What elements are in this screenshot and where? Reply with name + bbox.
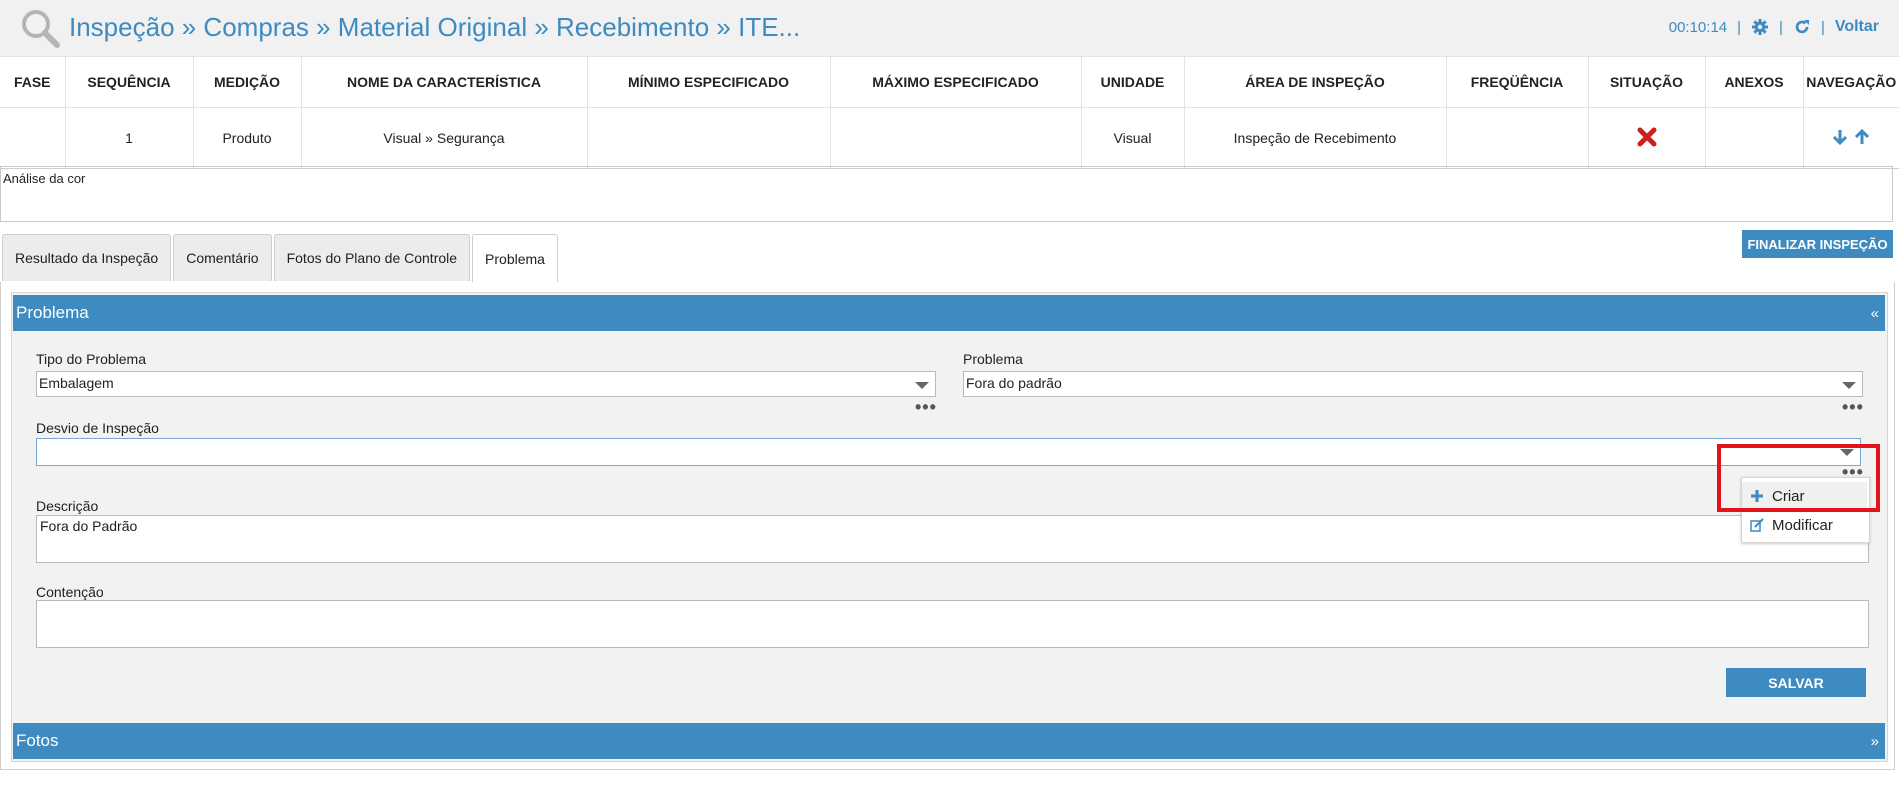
chevron-down-icon [1842, 382, 1856, 389]
top-bar: Inspeção » Compras » Material Original »… [0, 0, 1899, 57]
contencao-label: Contenção [36, 584, 104, 600]
arrow-up-icon[interactable] [1853, 128, 1871, 146]
cell-navegacao [1803, 107, 1899, 169]
cell-minimo [587, 107, 831, 169]
back-link[interactable]: Voltar [1835, 18, 1879, 36]
tipo-value: Embalagem [39, 375, 114, 391]
search-icon [22, 10, 60, 48]
cell-area: Inspeção de Recebimento [1184, 107, 1447, 169]
col-area: ÁREA DE INSPEÇÃO [1184, 57, 1447, 108]
menu-item-modificar[interactable]: Modificar [1742, 511, 1867, 539]
tab-fotos-plano[interactable]: Fotos do Plano de Controle [273, 234, 471, 281]
cell-medicao: Produto [193, 107, 302, 169]
separator: | [1820, 18, 1825, 36]
col-minimo: MÍNIMO ESPECIFICADO [587, 57, 831, 108]
col-anexos: ANEXOS [1705, 57, 1804, 108]
descricao-label: Descrição [36, 498, 99, 514]
photos-panel-title: Fotos [16, 731, 59, 750]
session-timer: 00:10:14 [1668, 18, 1728, 36]
col-unidade: UNIDADE [1081, 57, 1185, 108]
tab-comentario[interactable]: Comentário [173, 234, 272, 281]
refresh-icon[interactable] [1793, 18, 1811, 36]
separator: | [1737, 18, 1742, 36]
table-row[interactable]: 1 Produto Visual » Segurança Visual Insp… [0, 107, 1899, 169]
col-medicao: MEDIÇÃO [193, 57, 302, 108]
cell-maximo [830, 107, 1082, 169]
tipo-select[interactable]: Embalagem [36, 371, 936, 397]
menu-item-label: Modificar [1772, 516, 1833, 534]
cell-nome: Visual » Segurança [301, 107, 588, 169]
col-frequencia: FREQÜÊNCIA [1446, 57, 1589, 108]
characteristics-table: FASE SEQUÊNCIA MEDIÇÃO NOME DA CARACTERÍ… [0, 57, 1899, 169]
edit-icon [1750, 518, 1764, 532]
problem-panel-title: Problema [16, 303, 89, 322]
problema-select[interactable]: Fora do padrão [963, 371, 1863, 397]
col-fase: FASE [0, 57, 66, 108]
red-x-icon [1637, 127, 1656, 146]
expand-icon[interactable]: » [1871, 733, 1879, 750]
photos-panel-header[interactable]: Fotos » [13, 723, 1885, 759]
cell-anexos [1705, 107, 1804, 169]
collapse-icon[interactable]: « [1871, 305, 1879, 322]
tab-problema[interactable]: Problema [472, 234, 558, 283]
cell-fase [0, 107, 66, 169]
col-maximo: MÁXIMO ESPECIFICADO [830, 57, 1082, 108]
desvio-label: Desvio de Inspeção [36, 420, 159, 436]
chevron-down-icon [915, 382, 929, 389]
col-navegacao: NAVEGAÇÃO [1803, 57, 1899, 108]
table-header-row: FASE SEQUÊNCIA MEDIÇÃO NOME DA CARACTERÍ… [0, 57, 1899, 108]
header-actions: 00:10:14 | | | Voltar [1669, 18, 1879, 36]
cell-unidade: Visual [1081, 107, 1185, 169]
cell-frequencia [1446, 107, 1589, 169]
tab-bar: Resultado da Inspeção Comentário Fotos d… [2, 234, 560, 283]
save-button[interactable]: SALVAR [1726, 668, 1866, 697]
tipo-label: Tipo do Problema [36, 351, 146, 367]
gear-icon[interactable] [1751, 18, 1769, 36]
finalize-inspection-button[interactable]: FINALIZAR INSPEÇÃO [1742, 230, 1893, 258]
descricao-textarea[interactable]: Fora do Padrão [36, 515, 1869, 563]
col-situacao: SITUAÇÃO [1588, 57, 1706, 108]
separator: | [1779, 18, 1783, 36]
problem-panel-header[interactable]: Problema « [13, 295, 1885, 331]
breadcrumb: Inspeção » Compras » Material Original »… [69, 12, 801, 42]
arrow-down-icon[interactable] [1831, 128, 1849, 146]
col-nome: NOME DA CARACTERÍSTICA [301, 57, 588, 108]
contencao-textarea[interactable] [36, 600, 1869, 648]
highlight-box [1717, 444, 1880, 512]
more-icon[interactable]: ••• [915, 397, 937, 418]
analysis-note-textarea[interactable]: Análise da cor [0, 166, 1893, 222]
desvio-select[interactable] [36, 438, 1861, 466]
problema-value: Fora do padrão [966, 375, 1062, 391]
cell-sequencia: 1 [65, 107, 194, 169]
col-sequencia: SEQUÊNCIA [65, 57, 194, 108]
tab-resultado[interactable]: Resultado da Inspeção [2, 234, 172, 281]
problema-label: Problema [963, 351, 1023, 367]
cell-situacao [1588, 107, 1706, 169]
more-icon[interactable]: ••• [1842, 397, 1864, 418]
